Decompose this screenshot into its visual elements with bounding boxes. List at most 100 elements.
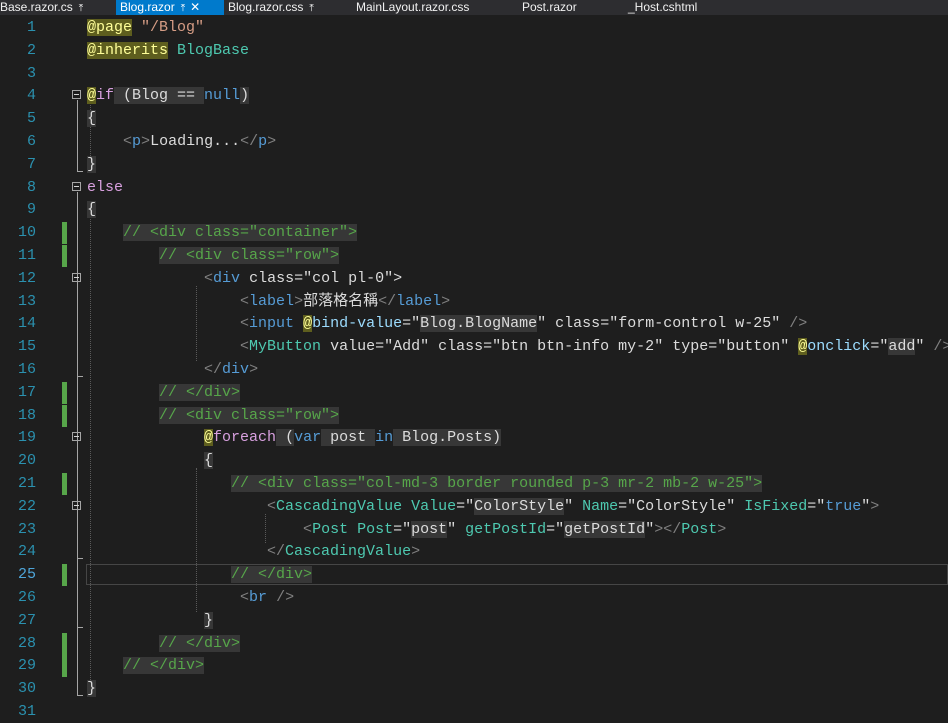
code-token: Post <box>312 520 349 538</box>
code-text[interactable]: } <box>87 678 97 700</box>
code-text[interactable]: <CascadingValue Value="ColorStyle" Name=… <box>87 496 879 518</box>
code-text[interactable]: // <div class="container"> <box>87 222 358 244</box>
line-number: 26 <box>17 589 36 606</box>
code-text[interactable]: <MyButton value="Add" class="btn btn-inf… <box>87 336 948 358</box>
code-token: " <box>654 338 664 356</box>
code-line[interactable]: 5{ <box>0 108 948 130</box>
code-line[interactable]: 19 @foreach (var post in Blog.Posts) <box>0 427 948 449</box>
close-icon[interactable]: ✕ <box>190 0 200 14</box>
code-line[interactable]: 9{ <box>0 199 948 221</box>
collapse-minus-icon[interactable] <box>72 500 81 510</box>
code-text[interactable]: </div> <box>87 359 258 381</box>
code-text[interactable]: <br /> <box>87 587 294 609</box>
code-token: " <box>915 338 925 356</box>
code-line[interactable]: 27 } <box>0 610 948 632</box>
code-line[interactable]: 22 <CascadingValue Value="ColorStyle" Na… <box>0 496 948 518</box>
code-token: var <box>294 429 322 447</box>
code-token: Blog.BlogName <box>420 315 538 333</box>
code-line[interactable]: 28 // </div> <box>0 632 948 655</box>
code-token: @ <box>87 87 97 105</box>
line-number: 5 <box>26 110 36 128</box>
code-line[interactable]: 2 @inherits BlogBase <box>0 40 948 62</box>
code-line[interactable]: 8 else <box>0 177 948 199</box>
code-line[interactable]: 23 <Post Post="post" getPostId="getPostI… <box>0 519 948 541</box>
pin-icon[interactable]: ⤒ <box>309 2 313 15</box>
code-line[interactable]: 17 // </div> <box>0 381 948 404</box>
code-text[interactable]: <div class="col pl-0"> <box>87 268 402 290</box>
code-text[interactable]: @if (Blog == null) <box>87 85 250 107</box>
code-text[interactable]: @page "/Blog" <box>87 17 204 39</box>
code-line[interactable]: 4 @if (Blog == null) <box>0 85 948 107</box>
tab-blog-razor[interactable]: Blog.razor ⤒ ✕ <box>116 0 224 15</box>
code-line[interactable]: 31 <box>0 701 948 723</box>
code-line[interactable]: 11 // <div class="row"> <box>0 245 948 267</box>
code-token: " <box>537 315 547 333</box>
collapse-minus-icon[interactable] <box>72 272 81 282</box>
code-line[interactable]: 26 <br /> <box>0 587 948 609</box>
code-token: // <div class="row"> <box>159 406 340 424</box>
tab-base-razor-cs[interactable]: Base.razor.cs ⤒ <box>0 0 106 15</box>
code-token: < <box>123 133 133 150</box>
code-token: "/Blog" <box>141 19 205 36</box>
code-line[interactable]: 7} <box>0 154 948 176</box>
code-line[interactable]: 12 <div class="col pl-0"> <box>0 268 948 290</box>
code-text[interactable]: @inherits BlogBase <box>87 40 249 62</box>
pin-icon[interactable]: ⤒ <box>79 2 83 15</box>
tab-host-cshtml[interactable]: _Host.cshtml <box>624 0 708 15</box>
code-line[interactable]: 29 // </div> <box>0 655 948 678</box>
code-token: // </div> <box>123 657 205 675</box>
code-text[interactable]: } <box>87 154 97 176</box>
code-line[interactable]: 13 <label>部落格名稱</label> <box>0 291 948 313</box>
tab-blog-razor-css[interactable]: Blog.razor.css ⤒ <box>224 0 332 15</box>
code-text[interactable]: @foreach (var post in Blog.Posts) <box>87 427 502 449</box>
code-token: } <box>87 680 97 698</box>
code-token: ></ <box>654 520 682 538</box>
tab-post-razor[interactable]: Post.razor <box>518 0 586 15</box>
code-text[interactable]: // </div> <box>87 382 241 404</box>
code-text[interactable]: // </div> <box>87 633 241 655</box>
code-token: p <box>258 133 268 150</box>
code-text[interactable]: { <box>87 108 97 130</box>
code-line[interactable]: 1 @page "/Blog" <box>0 17 948 39</box>
code-text[interactable]: // </div> <box>87 655 205 677</box>
code-token: " <box>420 338 430 356</box>
code-text[interactable]: { <box>87 450 214 472</box>
code-line[interactable]: 15 <MyButton value="Add" class="btn btn-… <box>0 336 948 358</box>
code-text[interactable]: <label>部落格名稱</label> <box>87 291 450 313</box>
code-text[interactable]: } <box>87 610 214 632</box>
code-text[interactable]: { <box>87 199 97 221</box>
code-token: " <box>726 497 736 515</box>
code-text[interactable]: // <div class="row"> <box>87 405 340 427</box>
code-line[interactable]: 18 // <div class="row"> <box>0 404 948 427</box>
code-line[interactable]: 30} <box>0 678 948 700</box>
code-text[interactable]: <input @bind-value="Blog.BlogName" class… <box>87 313 807 335</box>
code-token: </ <box>240 133 259 150</box>
code-line[interactable]: 3 <box>0 63 948 85</box>
code-token: true <box>825 497 862 515</box>
code-line[interactable]: 25 // </div> <box>0 564 948 587</box>
code-line[interactable]: 14 <input @bind-value="Blog.BlogName" cl… <box>0 313 948 335</box>
collapse-minus-icon[interactable] <box>72 432 81 442</box>
code-line[interactable]: 16 </div> <box>0 359 948 381</box>
pin-icon[interactable]: ⤒ <box>181 2 185 15</box>
code-editor[interactable]: 1 @page "/Blog" 2 @inherits BlogBase 3 4 @if (… <box>0 15 948 722</box>
code-line[interactable]: 21 // <div class="col-md-3 border rounde… <box>0 473 948 495</box>
code-token: < <box>240 338 250 356</box>
code-text[interactable]: // <div class="row"> <box>87 245 340 267</box>
code-text[interactable]: <p>Loading...</p> <box>87 131 276 153</box>
code-line[interactable]: 20 { <box>0 450 948 472</box>
code-text[interactable]: // <div class="col-md-3 border rounded p… <box>87 473 763 495</box>
code-text[interactable]: else <box>87 177 123 199</box>
code-line[interactable]: 6 <p>Loading...</p> <box>0 131 948 153</box>
code-token: // </div> <box>231 566 313 584</box>
code-line[interactable]: 10 // <div class="container"> <box>0 222 948 245</box>
tab-mainlayout-razor-css[interactable]: MainLayout.razor.css <box>352 0 484 15</box>
collapse-minus-icon[interactable] <box>72 90 81 100</box>
code-text[interactable]: </CascadingValue> <box>87 541 420 563</box>
collapse-minus-icon[interactable] <box>72 181 81 191</box>
code-line[interactable]: 24 </CascadingValue> <box>0 541 948 563</box>
code-token: < <box>204 269 214 287</box>
code-text[interactable]: <Post Post="post" getPostId="getPostId">… <box>87 519 726 541</box>
code-text[interactable]: // </div> <box>87 564 313 586</box>
